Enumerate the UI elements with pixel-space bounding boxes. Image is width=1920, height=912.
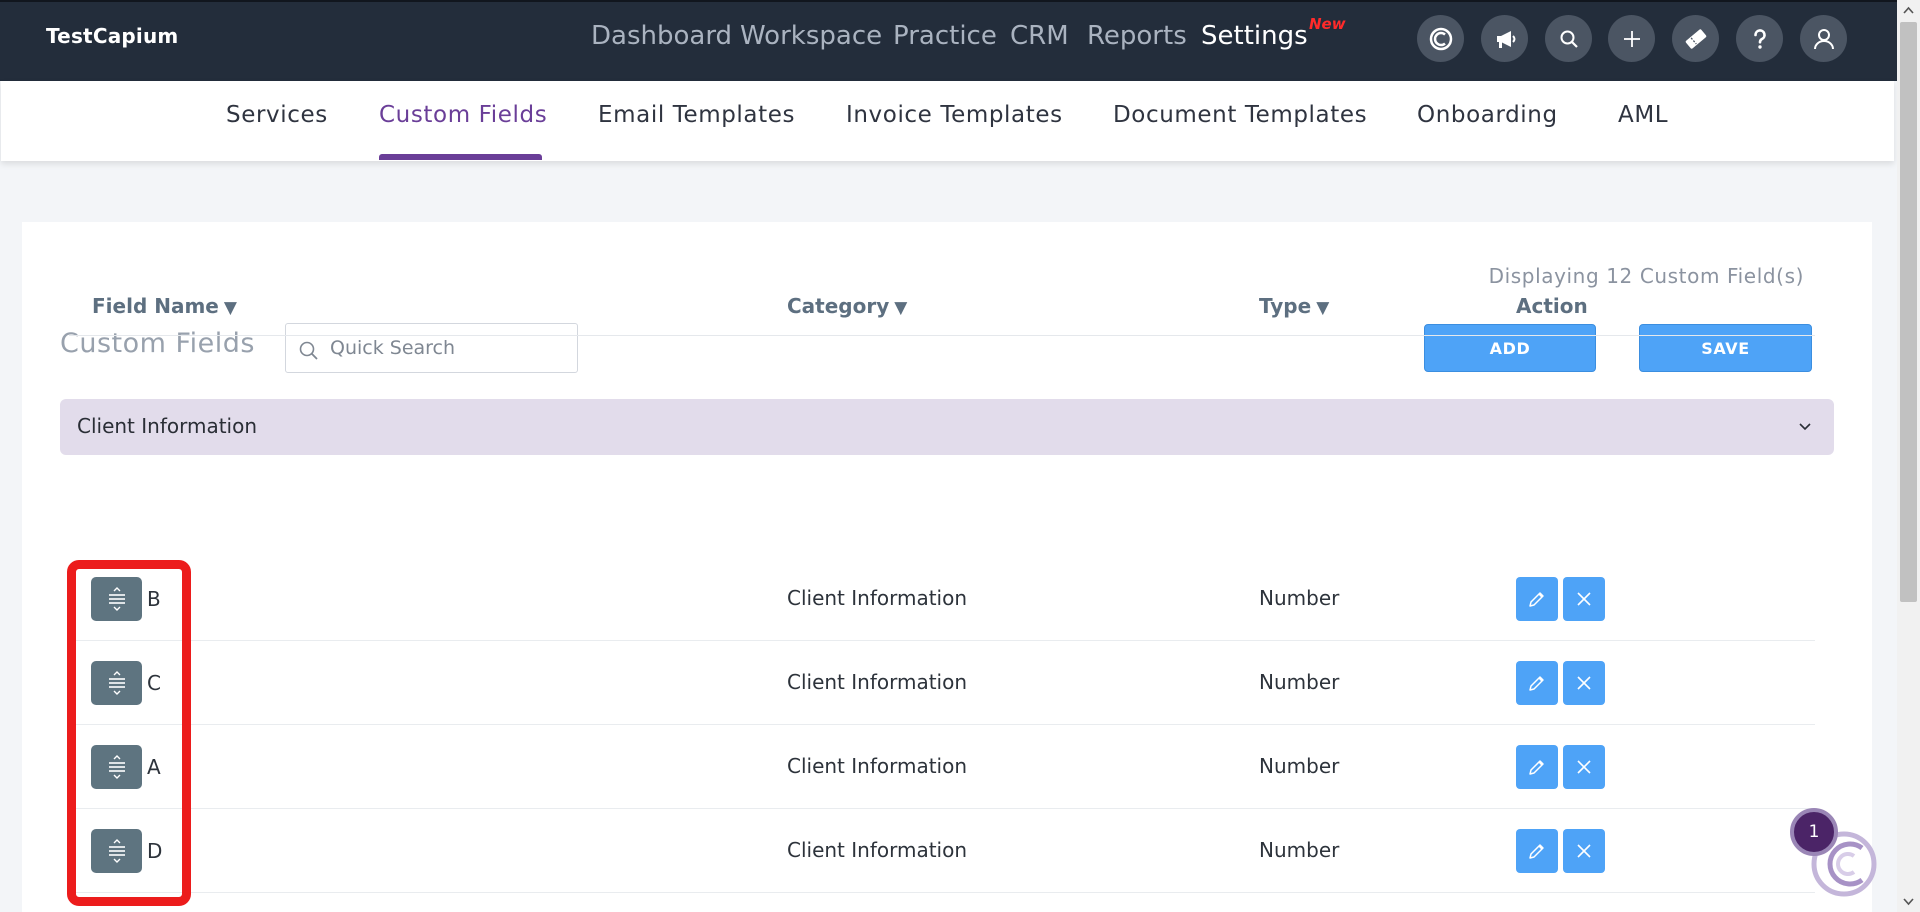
record-count: Displaying 12 Custom Field(s) [1488,264,1804,288]
drag-handle-icon[interactable] [91,829,142,873]
pencil-icon [1529,676,1544,691]
scroll-thumb[interactable] [1900,22,1917,602]
type-cell: Number [1259,838,1340,862]
nav-settings[interactable]: Settings [1201,21,1308,51]
new-badge: New [1309,15,1346,33]
client-information-accordion[interactable]: Client Information [60,399,1834,455]
delete-button[interactable] [1563,829,1605,873]
sort-icon: ▼ [223,298,237,318]
delete-button[interactable] [1563,745,1605,789]
table-header: Field Name ▼ Category ▼ Type ▼ Action [69,294,1815,336]
drag-handle-icon[interactable] [91,577,142,621]
field-name-cell: B [147,587,161,611]
type-cell: Number [1259,670,1340,694]
user-icon[interactable] [1800,15,1847,62]
header-field-name-label: Field Name [92,294,219,318]
header-field-name[interactable]: Field Name ▼ [92,294,237,318]
table-row: C Client Information Number [69,641,1815,725]
sort-icon: ▼ [894,298,908,318]
edit-button[interactable] [1516,661,1558,705]
close-icon [1577,844,1591,858]
tab-custom-fields[interactable]: Custom Fields [379,102,547,128]
table-row: A Client Information Number [69,725,1815,809]
close-icon [1577,592,1591,606]
field-name-cell: D [147,839,163,863]
category-cell: Client Information [787,838,968,862]
scroll-up-arrow-icon[interactable] [1902,4,1915,17]
nav-dashboard[interactable]: Dashboard [591,21,732,51]
nav-crm[interactable]: CRM [1010,21,1069,51]
delete-button[interactable] [1563,577,1605,621]
brand-logo[interactable]: TestCapium [46,24,178,48]
type-cell: Number [1259,586,1340,610]
plus-icon[interactable] [1608,15,1655,62]
edit-button[interactable] [1516,829,1558,873]
pencil-icon [1529,592,1544,607]
active-tab-indicator [379,154,542,160]
header-category[interactable]: Category ▼ [787,294,907,318]
nav-workspace[interactable]: Workspace [740,21,882,51]
notification-badge: 1 [1790,808,1838,856]
delete-button[interactable] [1563,661,1605,705]
category-cell: Client Information [787,754,968,778]
table-row: D Client Information Number [69,809,1815,893]
sort-icon: ▼ [1316,298,1330,318]
tab-aml[interactable]: AML [1618,102,1668,128]
capium-logo-icon[interactable] [1417,15,1464,62]
nav-reports[interactable]: Reports [1087,21,1187,51]
header-category-label: Category [787,294,890,318]
header-type-label: Type [1259,294,1312,318]
accordion-label: Client Information [77,414,258,438]
page-scrollbar[interactable] [1897,0,1920,912]
scroll-down-arrow-icon[interactable] [1902,895,1915,908]
type-cell: Number [1259,754,1340,778]
chevron-down-icon [1799,423,1811,431]
drag-handle-icon[interactable] [91,745,142,789]
field-name-cell: A [147,755,161,779]
close-icon [1577,676,1591,690]
drag-handle-icon[interactable] [91,661,142,705]
pencil-icon [1529,760,1544,775]
tab-services[interactable]: Services [226,102,328,128]
search-icon[interactable] [1545,15,1592,62]
ticket-icon[interactable] [1672,15,1719,62]
tab-document-templates[interactable]: Document Templates [1113,102,1367,128]
category-cell: Client Information [787,586,968,610]
edit-button[interactable] [1516,745,1558,789]
search-icon [299,341,318,360]
search-input[interactable] [330,337,570,359]
settings-subnav: Services Custom Fields Email Templates I… [1,81,1894,161]
header-type[interactable]: Type ▼ [1259,294,1329,318]
megaphone-icon[interactable] [1481,15,1528,62]
tab-onboarding[interactable]: Onboarding [1417,102,1558,128]
edit-button[interactable] [1516,577,1558,621]
close-icon [1577,760,1591,774]
field-name-cell: C [147,671,161,695]
header-action: Action [1516,294,1588,318]
nav-practice[interactable]: Practice [893,21,997,51]
table-row: B Client Information Number [69,557,1815,641]
chat-widget[interactable]: 1 [1790,808,1878,908]
top-bar: TestCapium Dashboard Workspace Practice … [0,0,1920,81]
tab-invoice-templates[interactable]: Invoice Templates [846,102,1063,128]
tab-email-templates[interactable]: Email Templates [598,102,795,128]
question-icon[interactable] [1736,15,1783,62]
category-cell: Client Information [787,670,968,694]
pencil-icon [1529,844,1544,859]
